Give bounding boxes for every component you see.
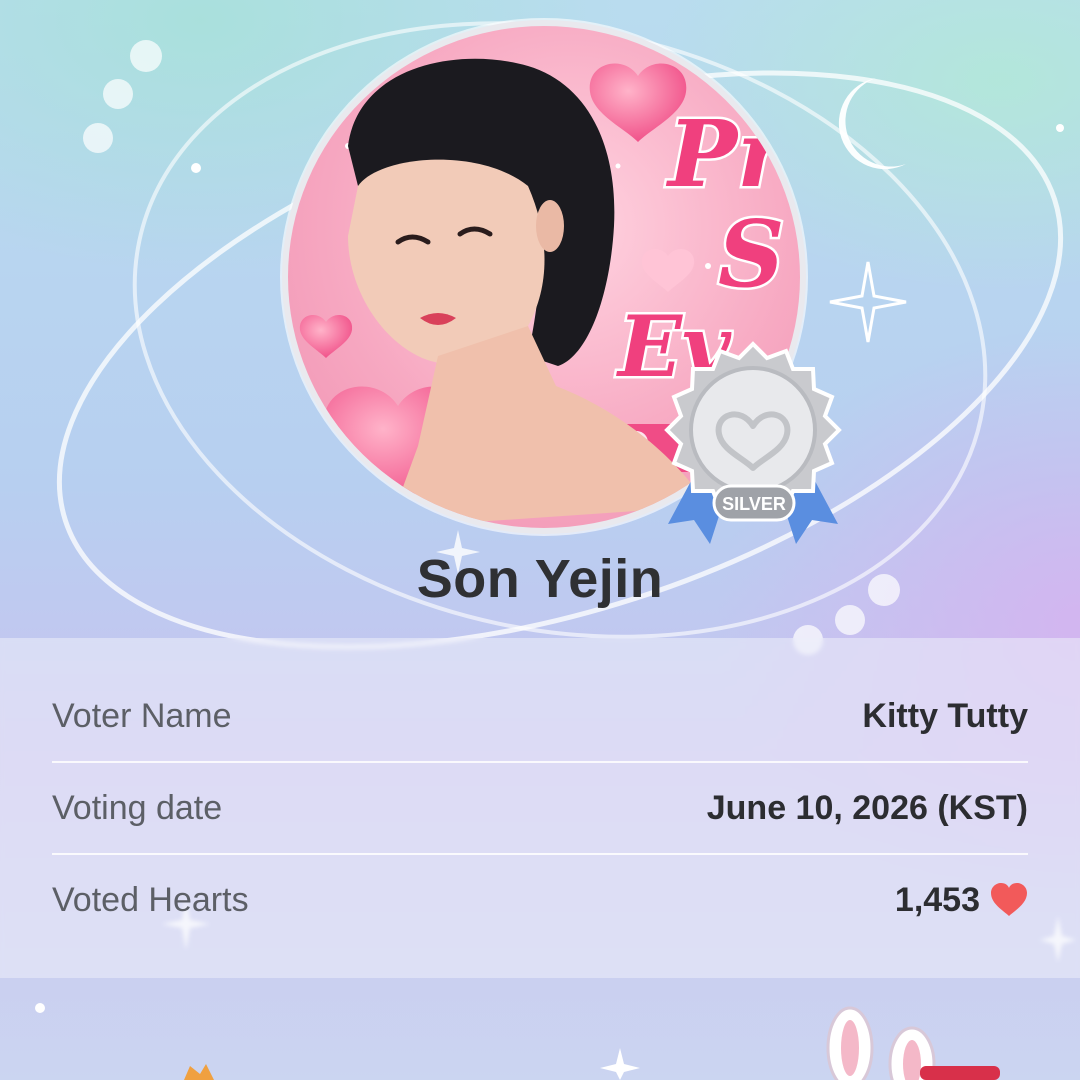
voting-date-value: June 10, 2026 (KST) [707, 789, 1028, 828]
silver-medal-badge: SILVER [664, 341, 842, 544]
voter-name-text: Kitty Tutty [862, 696, 1028, 735]
voted-hearts-row: Voted Hearts 1,453 [52, 854, 1028, 946]
idol-name: Son Yejin [416, 549, 664, 609]
badge-label: SILVER [722, 494, 786, 514]
voting-date-label: Voting date [52, 788, 223, 827]
voted-hearts-value: 1,453 [895, 881, 1028, 920]
artwork-text-2: S [718, 200, 784, 308]
voter-name-value: Kitty Tutty [862, 697, 1028, 736]
voter-name-row: Voter Name Kitty Tutty [52, 670, 1028, 762]
heart-icon [991, 883, 1027, 916]
voting-date-row: Voting date June 10, 2026 (KST) [52, 762, 1028, 854]
voted-hearts-count: 1,453 [894, 880, 980, 919]
vote-info-card: Voter Name Kitty Tutty Voting date June … [0, 638, 1080, 978]
voter-name-label: Voter Name [52, 696, 232, 735]
artwork-text-1: Pr [665, 100, 792, 208]
voting-date-text: June 10, 2026 (KST) [706, 788, 1028, 827]
voted-hearts-label: Voted Hearts [52, 880, 249, 919]
bottom-decoration [35, 1003, 1000, 1080]
